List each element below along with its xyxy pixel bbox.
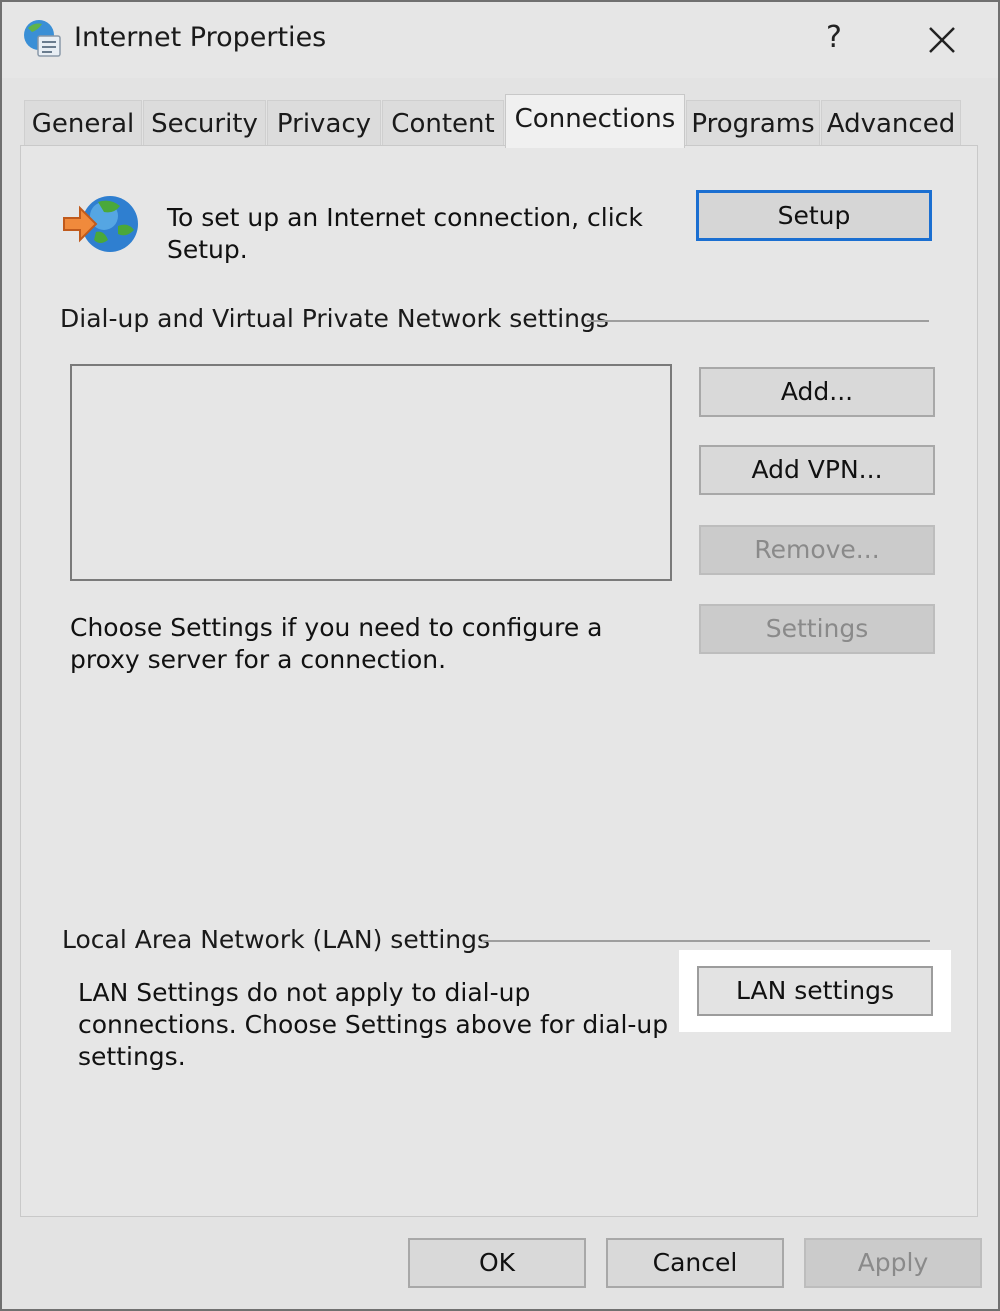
close-button[interactable] bbox=[920, 18, 964, 62]
internet-properties-dialog: Internet Properties ? General Security P… bbox=[0, 0, 1000, 1311]
lan-group-label: Local Area Network (LAN) settings bbox=[62, 925, 505, 954]
tab-privacy[interactable]: Privacy bbox=[267, 100, 381, 146]
dialup-connections-list[interactable] bbox=[70, 364, 672, 581]
tab-programs[interactable]: Programs bbox=[686, 100, 820, 146]
tab-strip: General Security Privacy Content Connect… bbox=[24, 94, 974, 148]
add-vpn-button[interactable]: Add VPN... bbox=[699, 445, 935, 495]
lan-instructions: LAN Settings do not apply to dial-up con… bbox=[78, 978, 669, 1071]
tab-advanced[interactable]: Advanced bbox=[821, 100, 961, 146]
settings-button[interactable]: Settings bbox=[699, 604, 935, 654]
internet-options-icon bbox=[22, 18, 64, 60]
cancel-button[interactable]: Cancel bbox=[606, 1238, 784, 1288]
tab-connections[interactable]: Connections bbox=[505, 94, 685, 148]
globe-arrow-icon bbox=[60, 192, 144, 256]
setup-button[interactable]: Setup bbox=[696, 190, 932, 241]
lan-group-divider bbox=[482, 940, 930, 942]
dialup-group-divider bbox=[587, 320, 929, 322]
proxy-instructions: Choose Settings if you need to configure… bbox=[70, 613, 603, 674]
title-bar: Internet Properties ? bbox=[2, 2, 998, 78]
add-button[interactable]: Add... bbox=[699, 367, 935, 417]
tab-general[interactable]: General bbox=[24, 100, 142, 146]
lan-settings-button[interactable]: LAN settings bbox=[697, 966, 933, 1016]
ok-button[interactable]: OK bbox=[408, 1238, 586, 1288]
setup-instructions: To set up an Internet connection, click … bbox=[167, 203, 643, 264]
tab-security[interactable]: Security bbox=[143, 100, 266, 146]
help-button[interactable]: ? bbox=[814, 18, 854, 58]
close-icon bbox=[929, 27, 955, 53]
tab-content[interactable]: Content bbox=[382, 100, 504, 146]
apply-button[interactable]: Apply bbox=[804, 1238, 982, 1288]
dialup-vpn-group-label: Dial-up and Virtual Private Network sett… bbox=[60, 304, 623, 333]
remove-button[interactable]: Remove... bbox=[699, 525, 935, 575]
window-title: Internet Properties bbox=[74, 22, 327, 53]
